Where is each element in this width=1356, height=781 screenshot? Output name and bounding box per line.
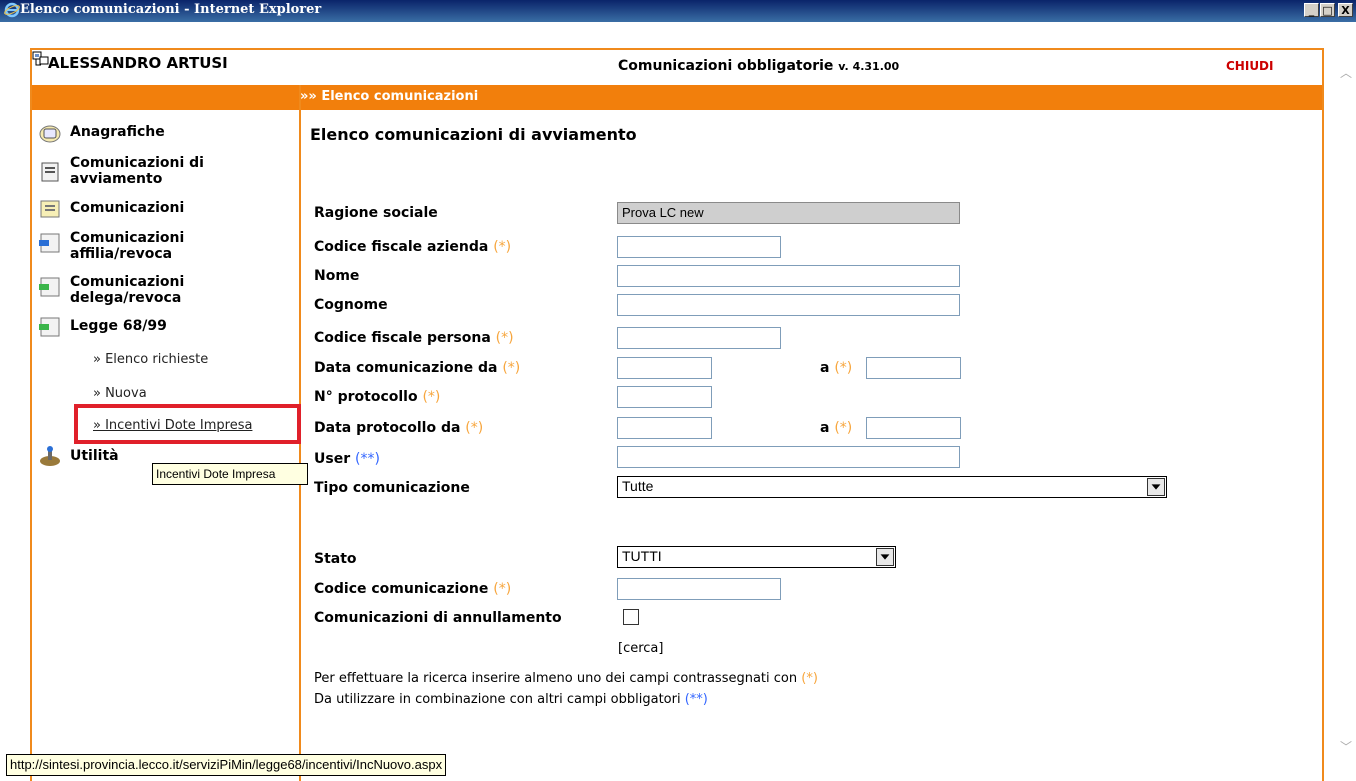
required-marker: (**) xyxy=(354,451,380,467)
sidebar-item-label: Comunicazioni affilia/revoca xyxy=(70,230,185,262)
window-title: Elenco comunicazioni - Internet Explorer xyxy=(20,2,322,17)
label-data-comunicazione-a: a (*) xyxy=(820,360,852,376)
label-data-protocollo: Data protocollo da (*) xyxy=(314,420,483,436)
label-text: Data comunicazione da xyxy=(314,360,498,376)
data-comunicazione-da-input[interactable] xyxy=(617,357,712,379)
maximize-button[interactable]: □ xyxy=(1320,3,1335,17)
user-name: ALESSANDRO ARTUSI xyxy=(48,54,228,72)
label-tipo-comunicazione: Tipo comunicazione xyxy=(314,480,470,496)
label-text: Codice fiscale azienda xyxy=(314,239,489,255)
chevron-down-icon xyxy=(876,548,894,566)
document-blue-icon xyxy=(39,233,60,253)
label-text: Codice comunicazione xyxy=(314,581,489,597)
sidebar-subitem-nuova[interactable]: » Nuova xyxy=(93,386,147,401)
label-cognome: Cognome xyxy=(314,297,388,313)
sidebar-item-label: Anagrafiche xyxy=(70,124,165,140)
data-protocollo-a-input[interactable] xyxy=(866,417,961,439)
label-ragione-sociale: Ragione sociale xyxy=(314,205,438,221)
breadcrumb-bar: »» Elenco comunicazioni xyxy=(32,85,1322,110)
tooltip: Incentivi Dote Impresa xyxy=(152,463,308,485)
required-marker: (*) xyxy=(422,389,441,405)
address-book-icon xyxy=(39,125,61,143)
tipo-comunicazione-select[interactable]: Tutte xyxy=(617,476,1167,498)
sidebar-item-label: Comunicazioni delega/revoca xyxy=(70,274,185,306)
label-text: N° protocollo xyxy=(314,389,418,405)
annullamento-checkbox[interactable] xyxy=(623,609,639,625)
label-text: Codice fiscale persona xyxy=(314,330,491,346)
sidebar-item-label: Comunicazioni di avviamento xyxy=(70,155,204,187)
app-title-text: Comunicazioni obbligatorie xyxy=(618,58,834,74)
codice-comunicazione-input[interactable] xyxy=(617,578,781,600)
note-required: Per effettuare la ricerca inserire almen… xyxy=(314,671,818,686)
tools-icon xyxy=(40,446,60,466)
cognome-input[interactable] xyxy=(617,294,960,316)
required-marker: (*) xyxy=(493,239,512,255)
required-marker: (*) xyxy=(834,360,853,376)
chevron-down-icon xyxy=(1147,478,1165,496)
header-bar: ALESSANDRO ARTUSI Comunicazioni obbligat… xyxy=(32,50,1322,82)
minimize-button[interactable]: _ xyxy=(1304,3,1319,17)
document-green-icon xyxy=(39,277,60,297)
window-titlebar: Elenco comunicazioni - Internet Explorer… xyxy=(0,0,1356,22)
required-marker: (*) xyxy=(465,420,484,436)
label-codice-comunicazione: Codice comunicazione (*) xyxy=(314,581,511,597)
scroll-down-icon[interactable]: ﹀ xyxy=(1340,738,1352,754)
status-url: http://sintesi.provincia.lecco.it/serviz… xyxy=(6,754,447,776)
label-data-protocollo-a: a (*) xyxy=(820,420,852,436)
required-marker: (*) xyxy=(495,330,514,346)
codice-fiscale-azienda-input[interactable] xyxy=(617,236,781,258)
sidebar-subitem-elenco-richieste[interactable]: » Elenco richieste xyxy=(93,352,208,367)
label-stato: Stato xyxy=(314,551,357,567)
note-text: Per effettuare la ricerca inserire almen… xyxy=(314,671,798,686)
cerca-link[interactable]: [cerca] xyxy=(618,641,663,656)
nome-input[interactable] xyxy=(617,265,960,287)
folder-document-icon xyxy=(40,200,60,218)
breadcrumb: »» Elenco comunicazioni xyxy=(300,89,479,104)
sidebar-item-label: Legge 68/99 xyxy=(70,318,167,334)
document-icon xyxy=(41,162,59,182)
user-input[interactable] xyxy=(617,446,960,468)
label-annullamento: Comunicazioni di annullamento xyxy=(314,610,562,626)
label-text: a xyxy=(820,360,830,376)
label-codice-fiscale-persona: Codice fiscale persona (*) xyxy=(314,330,514,346)
page-title: Elenco comunicazioni di avviamento xyxy=(310,125,637,144)
codice-fiscale-persona-input[interactable] xyxy=(617,327,781,349)
close-window-button[interactable]: X xyxy=(1338,3,1353,17)
note-combination: Da utilizzare in combinazione con altri … xyxy=(314,692,708,707)
required-marker: (*) xyxy=(502,360,521,376)
document-green-icon xyxy=(39,317,60,337)
ragione-sociale-field: Prova LC new xyxy=(617,202,960,224)
select-value: Tutte xyxy=(622,478,654,494)
label-codice-fiscale-azienda: Codice fiscale azienda (*) xyxy=(314,239,511,255)
internet-explorer-icon xyxy=(4,2,20,18)
required-marker: (*) xyxy=(834,420,853,436)
data-comunicazione-a-input[interactable] xyxy=(866,357,961,379)
protocollo-input[interactable] xyxy=(617,386,712,408)
stato-select[interactable]: TUTTI xyxy=(617,546,896,568)
required-marker: (*) xyxy=(801,671,818,686)
label-data-comunicazione: Data comunicazione da (*) xyxy=(314,360,520,376)
label-protocollo: N° protocollo (*) xyxy=(314,389,440,405)
label-text: Data protocollo da xyxy=(314,420,461,436)
app-title: Comunicazioni obbligatorie v. 4.31.00 xyxy=(618,58,899,74)
label-text: a xyxy=(820,420,830,436)
note-text: Da utilizzare in combinazione con altri … xyxy=(314,692,681,707)
sidebar-item-label: Comunicazioni xyxy=(70,200,185,216)
label-text: User xyxy=(314,451,351,467)
sidebar-item-label: Utilità xyxy=(70,448,119,464)
label-nome: Nome xyxy=(314,268,360,284)
chiudi-link[interactable]: CHIUDI xyxy=(1226,59,1273,73)
data-protocollo-da-input[interactable] xyxy=(617,417,712,439)
label-user: User (**) xyxy=(314,451,380,467)
select-value: TUTTI xyxy=(622,548,662,564)
scroll-up-icon[interactable]: ︿ xyxy=(1340,64,1352,80)
highlight-box xyxy=(74,404,301,444)
required-marker: (**) xyxy=(684,692,708,707)
required-marker: (*) xyxy=(493,581,512,597)
app-version: v. 4.31.00 xyxy=(838,60,900,73)
